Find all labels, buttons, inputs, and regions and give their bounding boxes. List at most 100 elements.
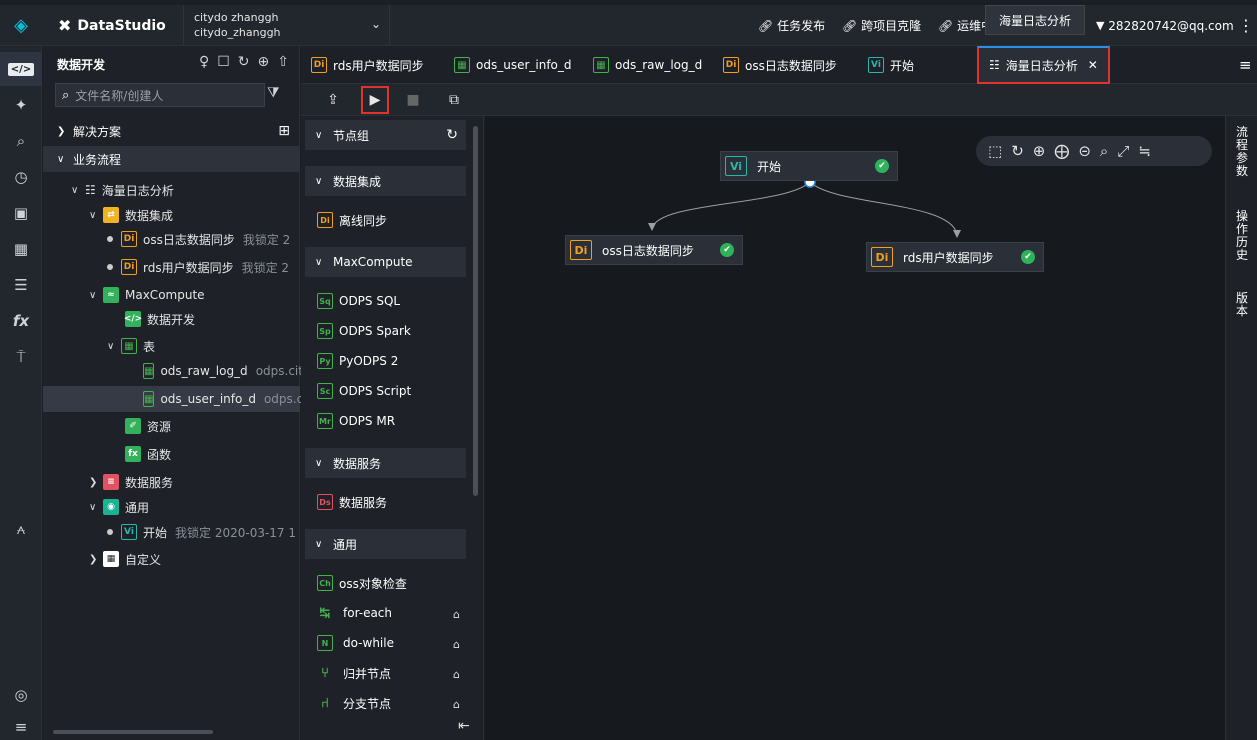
item-data-service[interactable]: Ds 数据服务 (317, 487, 387, 517)
rail-toolbox-icon[interactable]: ▣ (0, 196, 42, 230)
stop-icon[interactable]: ■ (402, 89, 424, 111)
more-icon[interactable]: ⋮ (1238, 5, 1254, 46)
refresh-icon[interactable]: ↻ (1011, 142, 1024, 160)
horizontal-scrollbar[interactable] (53, 730, 213, 734)
group-node-group[interactable]: ∨ 节点组 ↻ (305, 120, 466, 150)
workspace-selector[interactable]: citydo zhanggh citydo_zhanggh ⌄ (183, 5, 390, 46)
tab-raw-log[interactable]: ▦ ods_raw_log_d (583, 46, 702, 84)
section-solutions[interactable]: ❯ 解决方案 ⊞ (43, 118, 300, 144)
rail-search-icon[interactable]: ⌕ (0, 124, 42, 158)
tree-data-integration[interactable]: ∨ ⇄ 数据集成 (43, 202, 300, 228)
group-general[interactable]: ∨ 通用 (305, 529, 466, 559)
submit-icon[interactable]: ⇪ (322, 89, 344, 111)
user-icon[interactable]: ♀ (199, 54, 209, 70)
item-odps-spark[interactable]: Sp ODPS Spark (317, 316, 411, 346)
tree-data-service[interactable]: ❯ ≡ 数据服务 (43, 469, 300, 495)
group-general-label: 通用 (333, 537, 358, 552)
tab-list-icon[interactable]: ≡ (1229, 46, 1252, 84)
user-menu[interactable]: ▼ 282820742@qq.com (1096, 5, 1234, 46)
tree-raw-log[interactable]: ▦ ods_raw_log_d odps.city (43, 358, 310, 384)
task-publish-link[interactable]: 🔗︎ 任务发布 (758, 5, 825, 46)
tab-oss-sync[interactable]: Di oss日志数据同步 (713, 46, 837, 84)
tree-table[interactable]: ∨ ▦ 表 (43, 333, 300, 359)
group-service[interactable]: ∨ 数据服务 (305, 448, 466, 478)
fit-icon[interactable]: ⤢ (1117, 142, 1129, 160)
flow-params-tab[interactable]: 流程参数 (1226, 126, 1257, 178)
tree-user-info[interactable]: ▦ ods_user_info_d odps.ci (43, 386, 307, 412)
group-integration[interactable]: ∨ 数据集成 (305, 166, 466, 196)
item-offline-sync[interactable]: Di 离线同步 (317, 205, 387, 235)
section-business-flow[interactable]: ∨ 业务流程 (43, 146, 300, 172)
lock-icon: ⌂ (453, 608, 460, 621)
rail-list-icon[interactable]: ☰ (0, 268, 42, 302)
node-start[interactable]: Vi 开始 ✔ (720, 151, 898, 181)
palette-scrollbar[interactable] (473, 126, 478, 496)
op-history-tab[interactable]: 操作历史 (1226, 210, 1257, 262)
search-box[interactable]: ⌕ 文件名称/创建人 (55, 83, 265, 107)
item-do-while[interactable]: Ndo-while (317, 628, 394, 658)
tree-oss-sync-label: oss日志数据同步 (143, 232, 235, 247)
tree-start[interactable]: Vi 开始 我锁定 2020-03-17 1 (43, 519, 300, 545)
rail-function-icon[interactable]: fx (0, 304, 42, 338)
item-merge[interactable]: ⑂ 归并节点 (317, 658, 391, 688)
item-odps-script[interactable]: Sc ODPS Script (317, 376, 411, 406)
run-icon[interactable]: ▶ (361, 86, 389, 114)
center-icon[interactable]: ⊕ (1033, 142, 1046, 160)
zoom-in-icon[interactable]: ⨁ (1054, 142, 1069, 160)
rail-data-dev-icon[interactable]: </> (0, 52, 42, 86)
version-tab[interactable]: 版本 (1226, 292, 1257, 318)
group-maxcompute[interactable]: ∨ MaxCompute (305, 247, 466, 277)
node-rds-sync[interactable]: Di rds用户数据同步 ✔ (866, 242, 1044, 272)
tree-function[interactable]: fx 函数 (43, 441, 300, 467)
refresh-icon[interactable]: ↻ (446, 127, 458, 143)
di-node-icon: Di (570, 240, 592, 260)
item-odps-sql[interactable]: Sq ODPS SQL (317, 286, 400, 316)
tree-rds-sync[interactable]: Di rds用户数据同步 我锁定 2 (43, 254, 300, 280)
rail-trash-icon[interactable]: ⍑ (0, 340, 42, 374)
search-icon[interactable]: ⌕ (1100, 142, 1108, 160)
editor-toolbar: ⇪ ▶ ■ ⧉ (301, 84, 1257, 116)
rail-table-icon[interactable]: ▦ (0, 232, 42, 266)
rail-ops-icon[interactable]: ⩜ (0, 512, 42, 546)
flow-canvas[interactable]: Vi 开始 ✔ Di oss日志数据同步 ✔ Di rds用户数据同步 ✔ ⬚ ↻ ⊕ ⨁ … (485, 116, 1225, 740)
collapse-icon[interactable]: ⇤ (458, 718, 470, 734)
grid-icon[interactable]: ⊞ (278, 123, 290, 139)
format-icon[interactable]: ≒ (1138, 142, 1151, 160)
locate-icon[interactable]: ⊕ (258, 54, 270, 70)
tab-user-info[interactable]: ▦ ods_user_info_d (444, 46, 572, 84)
tree-general[interactable]: ∨ ◉ 通用 (43, 494, 300, 520)
rail-menu-icon[interactable]: ≡ (0, 710, 42, 740)
zoom-out-icon[interactable]: ⊝ (1078, 142, 1091, 160)
filter-icon[interactable]: ⧩ (267, 85, 280, 101)
dataworks-logo-icon[interactable]: ◈ (0, 5, 42, 46)
rail-history-icon[interactable]: ◷ (0, 160, 42, 194)
ops-goto-icon[interactable]: ⧉ (443, 89, 465, 111)
item-oss-check[interactable]: Ch oss对象检查 (317, 568, 407, 598)
select-icon[interactable]: ⬚ (988, 142, 1002, 160)
tab-log-analysis[interactable]: ☷ 海量日志分析 ✕ (977, 46, 1110, 84)
new-file-icon[interactable]: ☐ (217, 54, 230, 70)
item-branch[interactable]: ⑁ 分支节点 (317, 688, 391, 718)
item-pyodps[interactable]: Py PyODPS 2 (317, 346, 398, 376)
refresh-icon[interactable]: ↻ (238, 54, 250, 70)
tab-rds-sync[interactable]: Di rds用户数据同步 (301, 46, 424, 84)
tree-data-dev[interactable]: </> 数据开发 (43, 306, 300, 332)
tree-oss-sync[interactable]: Di oss日志数据同步 我锁定 2 (43, 226, 300, 252)
import-icon[interactable]: ⇧ (277, 54, 289, 70)
tree-custom[interactable]: ❯ ▦ 自定义 (43, 546, 300, 572)
node-oss-sync[interactable]: Di oss日志数据同步 ✔ (565, 235, 743, 265)
task-publish-label: 任务发布 (777, 19, 826, 33)
panel-actions: ♀ ☐ ↻ ⊕ ⇧ (199, 54, 289, 70)
brand[interactable]: ✖ DataStudio (58, 5, 166, 46)
tab-start-label: 开始 (890, 58, 915, 73)
item-odps-mr[interactable]: Mr ODPS MR (317, 406, 395, 436)
tree-flow[interactable]: ∨ ☷ 海量日志分析 (43, 177, 300, 203)
cross-project-clone-link[interactable]: 🔗︎ 跨项目克隆 (842, 5, 921, 46)
close-icon[interactable]: ✕ (1088, 58, 1098, 72)
item-for-each[interactable]: ↹ for-each (317, 598, 392, 628)
rail-settings-icon[interactable]: ◎ (0, 678, 42, 712)
tree-resource[interactable]: ✐ 资源 (43, 413, 300, 439)
rail-components-icon[interactable]: ✦ (0, 88, 42, 122)
tree-maxcompute[interactable]: ∨ ≈ MaxCompute (43, 282, 300, 308)
tab-start[interactable]: Vi 开始 (858, 46, 914, 84)
